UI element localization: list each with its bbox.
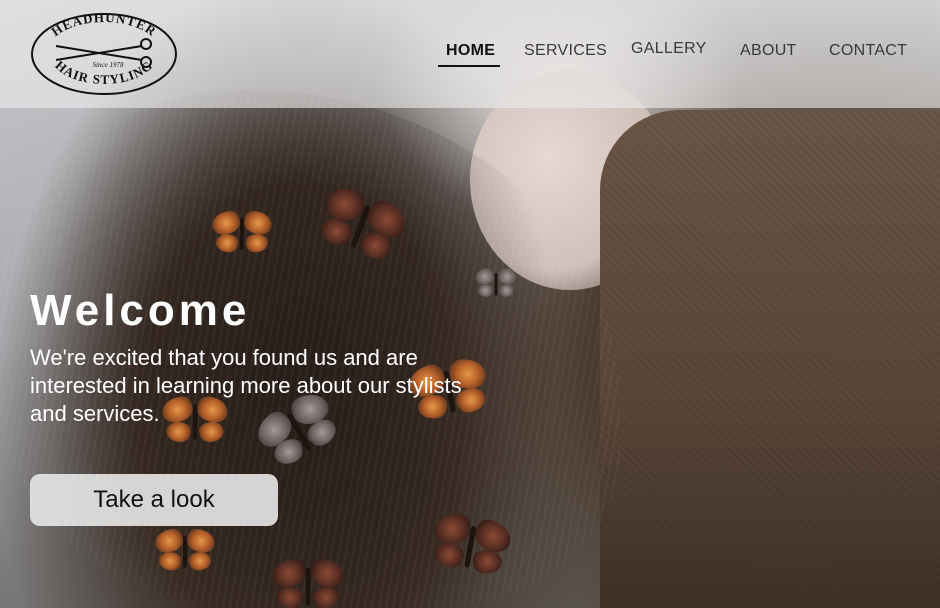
take-a-look-button[interactable]: Take a look — [30, 474, 278, 526]
page: HEADHUNTER Since 1978 HAIR STYLING HOME … — [0, 0, 940, 608]
main-nav: HOME SERVICES GALLERY ABOUT CONTACT — [0, 38, 940, 78]
nav-item-about[interactable]: ABOUT — [740, 42, 797, 60]
butterfly-decoration — [269, 556, 347, 608]
nav-item-contact[interactable]: CONTACT — [829, 42, 907, 60]
butterfly-decoration — [209, 208, 275, 258]
hero-description: We're excited that you found us and are … — [30, 345, 462, 426]
nav-item-gallery[interactable]: GALLERY — [631, 40, 707, 58]
hero-title: Welcome — [30, 286, 251, 335]
svg-text:HEADHUNTER: HEADHUNTER — [49, 12, 160, 39]
background-sweater — [600, 110, 940, 608]
nav-item-services[interactable]: SERVICES — [524, 42, 607, 60]
butterfly-decoration — [152, 526, 218, 576]
nav-item-home[interactable]: HOME — [446, 42, 495, 60]
site-header: HEADHUNTER Since 1978 HAIR STYLING HOME … — [0, 0, 940, 108]
logo-top-text: HEADHUNTER — [49, 10, 159, 39]
butterfly-decoration — [473, 266, 519, 301]
nav-active-indicator — [438, 65, 500, 67]
